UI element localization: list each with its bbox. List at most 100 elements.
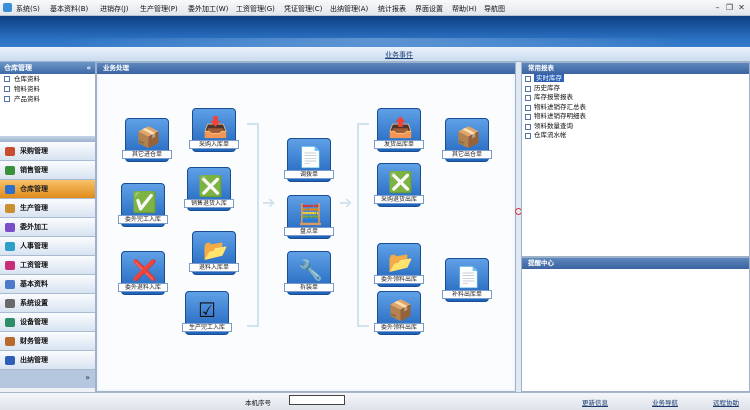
document-icon: 📦 (136, 125, 161, 149)
report-panel-title: 常用报表 (522, 63, 749, 74)
report-list: 实时库存 历史库存 库存报警报表物料进销存汇总表 物料进销存明细表 领料数量查询 仓库流水… (522, 74, 749, 141)
module-icon (5, 166, 15, 175)
tree-item-product[interactable]: 产品资料 (0, 94, 95, 104)
purchase-in-node[interactable]: 📦 其它进仓单 (122, 118, 172, 162)
close-icon[interactable]: ✕ (737, 3, 746, 12)
module-button[interactable]: 基本资料 (0, 275, 95, 294)
transfer-node[interactable]: 📄 调拨单 (284, 138, 334, 182)
menu-outsourcing[interactable]: 委外加工(W) (188, 4, 228, 14)
update-info-link[interactable]: 更新信息 (582, 397, 608, 407)
module-button[interactable]: 生产管理 (0, 199, 95, 218)
report-item-label: 历史库存 (534, 83, 560, 92)
module-button[interactable]: 财务管理 (0, 332, 95, 351)
report-item[interactable]: 物料进销存汇总表 (522, 103, 749, 113)
sidebar-tree: 仓库资料 物料资料 产品资料 (0, 74, 95, 136)
module-button[interactable]: 系统设置 (0, 294, 95, 313)
document-icon (525, 85, 531, 92)
collapse-icon[interactable]: « (86, 62, 91, 74)
module-icon (5, 337, 15, 346)
node-label: 其它出仓单 (442, 150, 492, 159)
module-button[interactable]: 工资管理 (0, 256, 95, 275)
sales-out-node[interactable]: 📤 发货出库单 (374, 108, 424, 152)
finished-in-node[interactable]: ☑ 生产完工入库 (182, 291, 232, 335)
menu-wage[interactable]: 工资管理(G) (236, 4, 275, 14)
module-button[interactable]: 人事管理 (0, 237, 95, 256)
report-panel: 常用报表 实时库存 历史库存 库存报警报表物料进销存汇总表 物料进销存明细表 领料数量查… (521, 62, 750, 257)
business-nav-link[interactable]: 业务导航 (652, 397, 678, 407)
menu-interface[interactable]: 界面设置 (415, 4, 443, 14)
report-item-label: 库存报警报表 (534, 93, 573, 101)
report-item[interactable]: 库存报警报表 (522, 93, 749, 103)
document-icon: 📂 (203, 238, 228, 262)
arrow-right-icon: ➔ (262, 193, 276, 212)
menu-cashier[interactable]: 出纳管理(A) (330, 4, 368, 14)
stocktake-node[interactable]: 🧮 盘点单 (284, 195, 334, 239)
window-controls: – ❐ ✕ (710, 3, 746, 12)
module-button[interactable]: 销售管理 (0, 161, 95, 180)
sales-return-node[interactable]: ❎ 销售退货入库 (184, 167, 234, 211)
menu-basic-data[interactable]: 基本资料(B) (50, 4, 88, 14)
menu-reports[interactable]: 统计报表 (378, 4, 406, 14)
document-icon (525, 76, 531, 82)
report-item[interactable]: 仓库流水帐 (522, 131, 749, 141)
report-item[interactable]: 领料数量查询 (522, 122, 749, 132)
document-icon: 📄 (298, 145, 323, 169)
business-panel: 业务处理 ➔ ➔ 📦 其它进仓单 📥 采购入库单 ❎ 销售退货入库 ✅ 委外完工入库 ❌ 委外退料… (96, 62, 516, 392)
module-button[interactable]: 仓库管理 (0, 180, 95, 199)
other-out-node[interactable]: 📦 其它出仓单 (442, 118, 492, 162)
node-label: 拆装单 (284, 283, 334, 292)
node-label: 盘点单 (284, 227, 334, 236)
document-icon: ❎ (388, 170, 413, 194)
right-bracket (357, 123, 369, 327)
menu-navigator[interactable]: 导航图 (484, 4, 505, 14)
remote-assist-link[interactable]: 远程协助 (713, 397, 739, 407)
tree-item-warehouse[interactable]: 仓库资料 (0, 74, 95, 84)
document-icon (4, 86, 10, 92)
module-button[interactable]: 设备管理 (0, 313, 95, 332)
outsource-material-node[interactable]: 📂 委外领料出库 (374, 243, 424, 287)
reminder-panel-title: 提醒中心 (522, 258, 749, 269)
report-item[interactable]: 物料进销存明细表 (522, 112, 749, 122)
restore-icon[interactable]: ❐ (725, 3, 734, 12)
node-label: 发货出库单 (374, 140, 424, 149)
module-icon (5, 242, 15, 251)
menu-system[interactable]: 系统(S) (16, 4, 40, 14)
node-label: 其它进仓单 (122, 150, 172, 159)
purchase-receipt-node[interactable]: 📥 采购入库单 (189, 108, 239, 152)
expand-icon[interactable]: » (85, 373, 90, 382)
report-item-label: 仓库流水帐 (534, 131, 567, 139)
report-item[interactable]: 历史库存 (522, 84, 749, 94)
return-material-node[interactable]: ❌ 委外退料入库 (118, 251, 168, 295)
material-return-node[interactable]: 📂 退料入库单 (189, 231, 239, 275)
sidebar-title: 仓库管理 (4, 64, 32, 72)
report-item[interactable]: 实时库存 (522, 74, 749, 84)
document-icon (525, 95, 531, 101)
module-icon (5, 318, 15, 327)
module-icon (5, 147, 15, 156)
node-label: 委外领料出库 (374, 275, 424, 284)
sidebar: 仓库管理 « 仓库资料 物料资料 产品资料 采购管理 销售管理 仓库管理 生产管理 委外… (0, 62, 96, 392)
menu-certificate[interactable]: 凭证管理(C) (284, 4, 322, 14)
module-label: 工资管理 (20, 261, 48, 269)
supplement-node[interactable]: 📄 补料出库单 (442, 258, 492, 302)
module-button[interactable]: 采购管理 (0, 142, 95, 161)
production-in-node[interactable]: ✅ 委外完工入库 (118, 183, 168, 227)
tree-item-material[interactable]: 物料资料 (0, 84, 95, 94)
arrow-right-icon: ➔ (339, 193, 353, 212)
module-icon (5, 204, 15, 213)
menu-production[interactable]: 生产管理(P) (140, 4, 178, 14)
outsource-out-node[interactable]: 📦 委外领料出库 (374, 291, 424, 335)
left-bracket (247, 123, 259, 327)
menu-help[interactable]: 帮助(H) (452, 4, 477, 14)
document-icon: 📂 (388, 250, 413, 274)
assembly-node[interactable]: 🔧 拆装单 (284, 251, 334, 295)
purchase-return-node[interactable]: ❎ 采购退货出库 (374, 163, 424, 207)
module-button[interactable]: 委外加工 (0, 218, 95, 237)
document-icon (4, 76, 10, 82)
menu-purchase[interactable]: 进销存(J) (100, 4, 129, 14)
node-label: 调拨单 (284, 170, 334, 179)
document-icon: 📦 (456, 125, 481, 149)
module-button[interactable]: 出纳管理 (0, 351, 95, 370)
business-events-link[interactable]: 业务事件 (385, 50, 413, 60)
minimize-icon[interactable]: – (713, 3, 722, 12)
